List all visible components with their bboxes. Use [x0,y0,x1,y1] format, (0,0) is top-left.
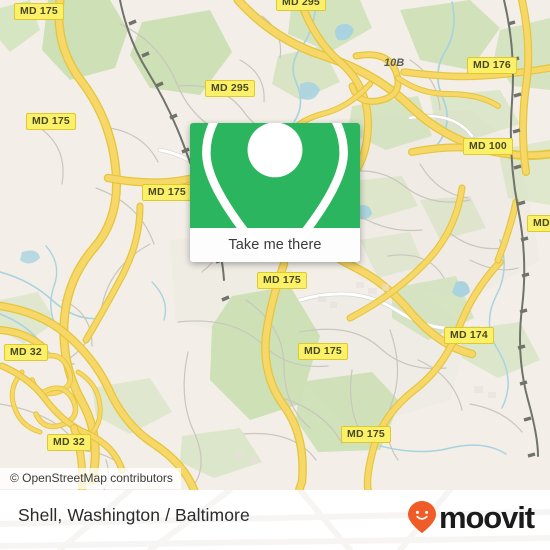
place-title: Shell, Washington / Baltimore [18,505,250,525]
poi-card[interactable]: Take me there [190,123,360,262]
road-shield: MD 100 [463,138,513,155]
map-canvas[interactable]: .grn{fill:#cde0b6;} .grn2{fill:#d6e6c2;}… [0,0,550,490]
road-shield: MD 1 [527,215,550,232]
road-shield: MD 175 [257,272,307,289]
osm-attribution[interactable]: © OpenStreetMap contributors [0,468,181,489]
road-shield: MD 32 [47,434,91,451]
road-shield: MD 176 [467,57,517,74]
road-shield: MD 32 [4,344,48,361]
take-me-there-label: Take me there [228,237,322,253]
exit-label-10b: 10B [384,57,405,69]
road-shield: MD 295 [276,0,326,11]
road-shield: MD 175 [14,3,64,20]
road-shield: MD 174 [444,327,494,344]
poi-card-image [190,123,360,262]
road-shield: MD 175 [341,426,391,443]
moovit-map-screenshot: .grn{fill:#cde0b6;} .grn2{fill:#d6e6c2;}… [0,0,550,550]
road-shield: MD 175 [26,113,76,130]
road-shield: MD 175 [298,343,348,360]
moovit-logo[interactable]: moovit [407,499,535,535]
moovit-wordmark: moovit [438,499,535,535]
road-shield: MD 295 [205,80,255,97]
moovit-smiley-pin-icon [407,501,436,533]
road-shield: MD 175 [142,184,192,201]
